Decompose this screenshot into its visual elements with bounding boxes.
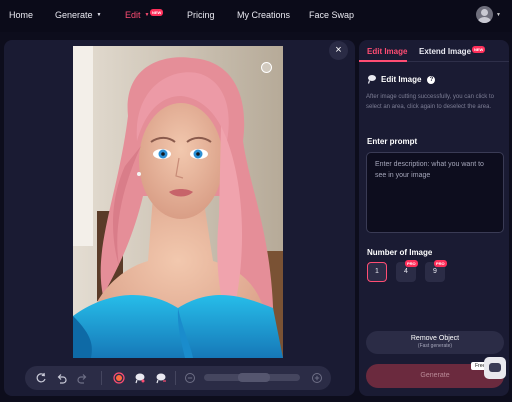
nav-face-swap[interactable]: Face Swap <box>309 10 354 20</box>
pro-badge: PRO <box>434 260 447 267</box>
chat-widget[interactable] <box>484 357 506 379</box>
nav-home[interactable]: Home <box>9 10 33 20</box>
user-avatar[interactable] <box>476 6 493 23</box>
chevron-down-icon: ▼ <box>96 12 102 18</box>
remove-object-subtitle: (Fast generate) <box>417 343 453 349</box>
remove-object-button[interactable]: Remove Object (Fast generate) <box>366 331 504 354</box>
lasso-icon <box>367 75 376 84</box>
new-badge: NEW <box>150 9 164 16</box>
lasso-remove-icon[interactable] <box>155 372 167 384</box>
close-button[interactable]: × <box>329 41 348 60</box>
zoom-slider-thumb[interactable] <box>238 373 270 382</box>
chevron-down-icon[interactable]: ▼ <box>496 12 501 18</box>
avatar-body <box>478 17 491 23</box>
undo-icon[interactable] <box>56 372 68 384</box>
toolbar-divider <box>175 371 176 385</box>
lasso-icon[interactable] <box>134 372 146 384</box>
image-count-1[interactable]: 1 <box>367 262 387 282</box>
select-circle-icon[interactable] <box>261 62 272 73</box>
number-of-image-title: Number of Image <box>367 248 433 257</box>
redo-icon[interactable] <box>76 372 88 384</box>
nav-my-creations[interactable]: My Creations <box>237 10 290 20</box>
portrait-illustration <box>73 46 283 358</box>
nav-generate[interactable]: Generate ▼ <box>55 10 101 20</box>
prompt-input[interactable] <box>366 152 504 233</box>
top-nav: Home Generate ▼ Edit ▼ NEW Pricing My Crea… <box>0 0 512 32</box>
nav-generate-label: Generate <box>55 10 93 20</box>
avatar-head <box>481 9 488 16</box>
active-tab-indicator <box>359 60 407 62</box>
rotate-icon[interactable] <box>35 372 47 384</box>
new-badge: NEW <box>472 46 486 53</box>
brush-icon[interactable] <box>113 372 125 384</box>
zoom-in-icon[interactable] <box>311 372 323 384</box>
chevron-down-icon: ▼ <box>144 12 150 18</box>
zoom-out-icon[interactable] <box>184 372 196 384</box>
pro-badge: PRO <box>405 260 418 267</box>
edit-image-title: Edit Image? <box>381 75 436 84</box>
tab-edit-image[interactable]: Edit Image <box>367 47 407 56</box>
tab-extend-image[interactable]: Extend Image <box>419 47 471 56</box>
help-icon[interactable]: ? <box>427 76 436 84</box>
toolbar-divider <box>101 371 102 385</box>
nav-edit-label: Edit <box>125 10 141 20</box>
nav-pricing[interactable]: Pricing <box>187 10 215 20</box>
edit-image-title-text: Edit Image <box>381 75 422 84</box>
nav-edit[interactable]: Edit ▼ <box>125 10 149 20</box>
remove-object-label: Remove Object <box>410 335 460 342</box>
prompt-title: Enter prompt <box>367 137 418 146</box>
edited-image[interactable] <box>73 46 283 358</box>
chat-bubble-icon <box>489 363 501 372</box>
edit-description: After image cutting successfully, you ca… <box>366 94 494 110</box>
